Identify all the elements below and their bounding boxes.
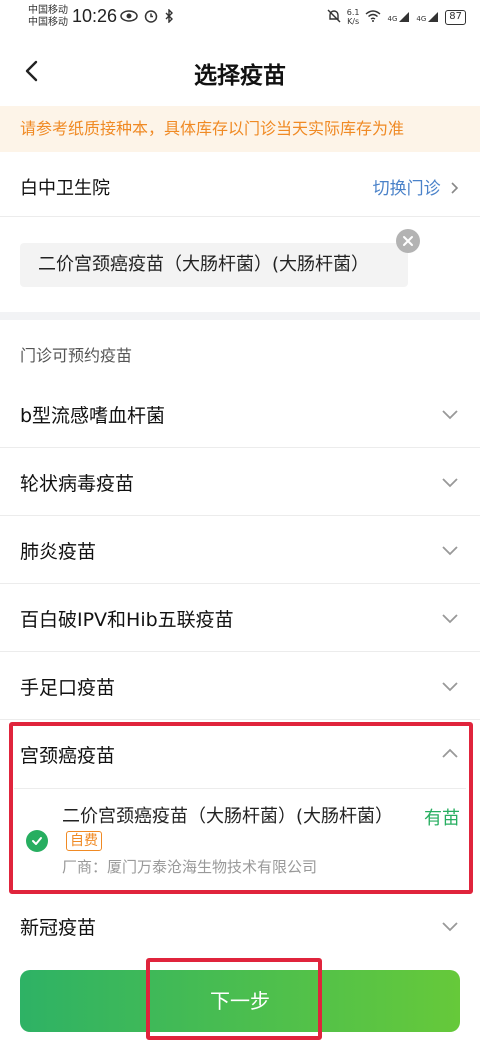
net-speed-value: 6.1 — [346, 8, 360, 17]
highlight-box — [9, 722, 473, 894]
switch-clinic-link[interactable]: 切换门诊 — [373, 174, 460, 199]
category-row-rotavirus[interactable]: 轮状病毒疫苗 — [0, 448, 480, 516]
notice-banner: 请参考纸质接种本，具体库存以门诊当天实际库存为准 — [0, 106, 480, 152]
divider — [0, 216, 480, 217]
vaccine-list: 门诊可预约疫苗 b型流感嗜血杆菌 轮状病毒疫苗 肺炎疫苗 百白破IPV和Hib五… — [0, 320, 480, 960]
chevron-down-icon — [442, 682, 458, 692]
page-title: 选择疫苗 — [194, 63, 286, 89]
selected-vaccine-chip: 二价宫颈癌疫苗（大肠杆菌）(大肠杆菌） — [20, 243, 408, 287]
carrier-2: 中国移动 — [28, 17, 68, 28]
category-row-pentavalent[interactable]: 百白破IPV和Hib五联疫苗 — [0, 584, 480, 652]
status-left-icons — [120, 8, 174, 27]
mute-icon — [327, 9, 341, 26]
chevron-down-icon — [442, 922, 458, 932]
highlight-box-button — [146, 958, 322, 1040]
category-row-hib[interactable]: b型流感嗜血杆菌 — [0, 380, 480, 448]
category-label: 手足口疫苗 — [20, 677, 116, 699]
category-label: 百白破IPV和Hib五联疫苗 — [20, 609, 234, 631]
alarm-icon — [144, 9, 158, 27]
battery-icon: 87 — [445, 9, 466, 25]
category-label: 肺炎疫苗 — [20, 541, 97, 563]
signal-icon-2: 4G — [416, 11, 439, 23]
carrier-1: 中国移动 — [28, 5, 68, 16]
chevron-down-icon — [442, 614, 458, 624]
eye-icon — [120, 9, 138, 27]
carrier-info: 中国移动 中国移动 — [28, 5, 68, 29]
signal-2-label: 4G — [416, 15, 427, 23]
chevron-down-icon — [442, 410, 458, 420]
signal-icon-1: 4G — [387, 11, 410, 23]
signal-1-label: 4G — [387, 15, 398, 23]
clock: 10:26 — [72, 6, 118, 26]
category-row-hfmd[interactable]: 手足口疫苗 — [0, 652, 480, 720]
category-label: 新冠疫苗 — [20, 917, 97, 939]
remove-chip-close-icon[interactable] — [396, 229, 420, 253]
clinic-name: 白中卫生院 — [20, 178, 110, 199]
net-speed: 6.1 K/s — [347, 8, 360, 26]
status-bar: 中国移动 中国移动 10:26 6.1 K/s 4G 4G 87 — [0, 0, 480, 36]
net-speed-unit: K/s — [347, 17, 360, 26]
expanded-category-cervical: 宫颈癌疫苗 二价宫颈癌疫苗（大肠杆菌）(大肠杆菌）自费 有苗 厂商：厦门万泰沧海… — [0, 720, 480, 896]
section-label: 门诊可预约疫苗 — [20, 346, 133, 365]
chevron-right-icon — [451, 182, 459, 194]
category-label: 轮状病毒疫苗 — [20, 473, 135, 495]
switch-clinic-label: 切换门诊 — [372, 179, 441, 199]
nav-bar: 选择疫苗 — [0, 36, 480, 106]
bluetooth-icon — [164, 8, 174, 27]
chevron-down-icon — [442, 546, 458, 556]
category-label: b型流感嗜血杆菌 — [20, 405, 166, 427]
status-right: 6.1 K/s 4G 4G 87 — [327, 8, 466, 26]
wifi-icon — [365, 9, 381, 25]
chevron-down-icon — [442, 478, 458, 488]
category-row-covid[interactable]: 新冠疫苗 — [0, 892, 480, 960]
category-row-pneumonia[interactable]: 肺炎疫苗 — [0, 516, 480, 584]
